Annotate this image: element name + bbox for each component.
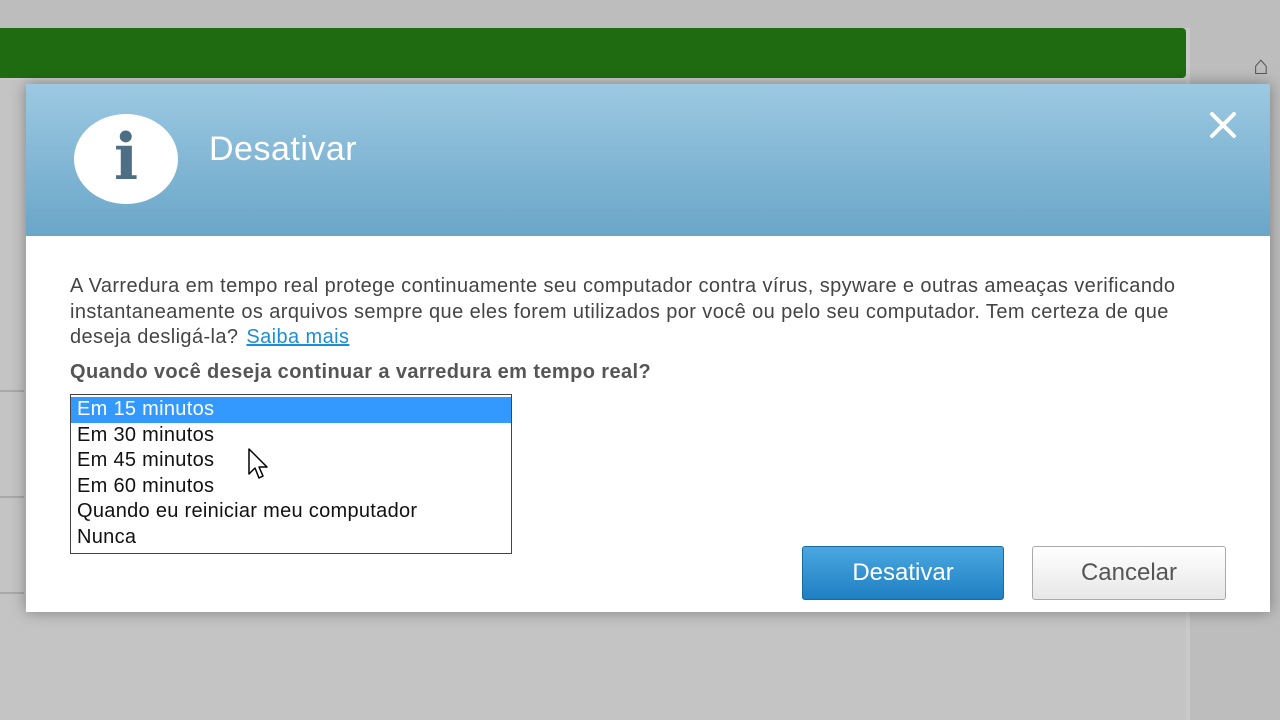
description-text: A Varredura em tempo real protege contin… (70, 275, 1176, 348)
home-icon[interactable]: ⌂ (1246, 50, 1276, 80)
dialog-title: Desativar (209, 130, 358, 168)
listbox-option[interactable]: Nunca (71, 525, 511, 551)
dialog-description: A Varredura em tempo real protege contin… (70, 274, 1210, 351)
disable-dialog: i Desativar A Varredura em tempo real pr… (26, 84, 1270, 612)
listbox-option[interactable]: Em 45 minutos (71, 448, 511, 474)
listbox-option[interactable]: Em 60 minutos (71, 474, 511, 500)
background-divider (0, 390, 24, 392)
listbox-option[interactable]: Em 15 minutos (71, 397, 511, 423)
listbox-option[interactable]: Em 30 minutos (71, 423, 511, 449)
learn-more-link[interactable]: Saiba mais (246, 326, 349, 348)
resume-question: Quando você deseja continuar a varredura… (70, 361, 652, 383)
close-button[interactable] (1206, 108, 1240, 142)
info-icon: i (74, 114, 178, 204)
disable-button[interactable]: Desativar (802, 546, 1004, 600)
background-status-bar (0, 28, 1186, 78)
background-top-strip (0, 0, 1280, 28)
close-icon (1210, 112, 1236, 138)
resume-time-listbox[interactable]: Em 15 minutos Em 30 minutos Em 45 minuto… (70, 394, 512, 554)
dialog-header: i Desativar (26, 84, 1270, 236)
listbox-option[interactable]: Quando eu reiniciar meu computador (71, 499, 511, 525)
background-divider (0, 496, 24, 498)
background-divider (0, 592, 24, 594)
cancel-button[interactable]: Cancelar (1032, 546, 1226, 600)
